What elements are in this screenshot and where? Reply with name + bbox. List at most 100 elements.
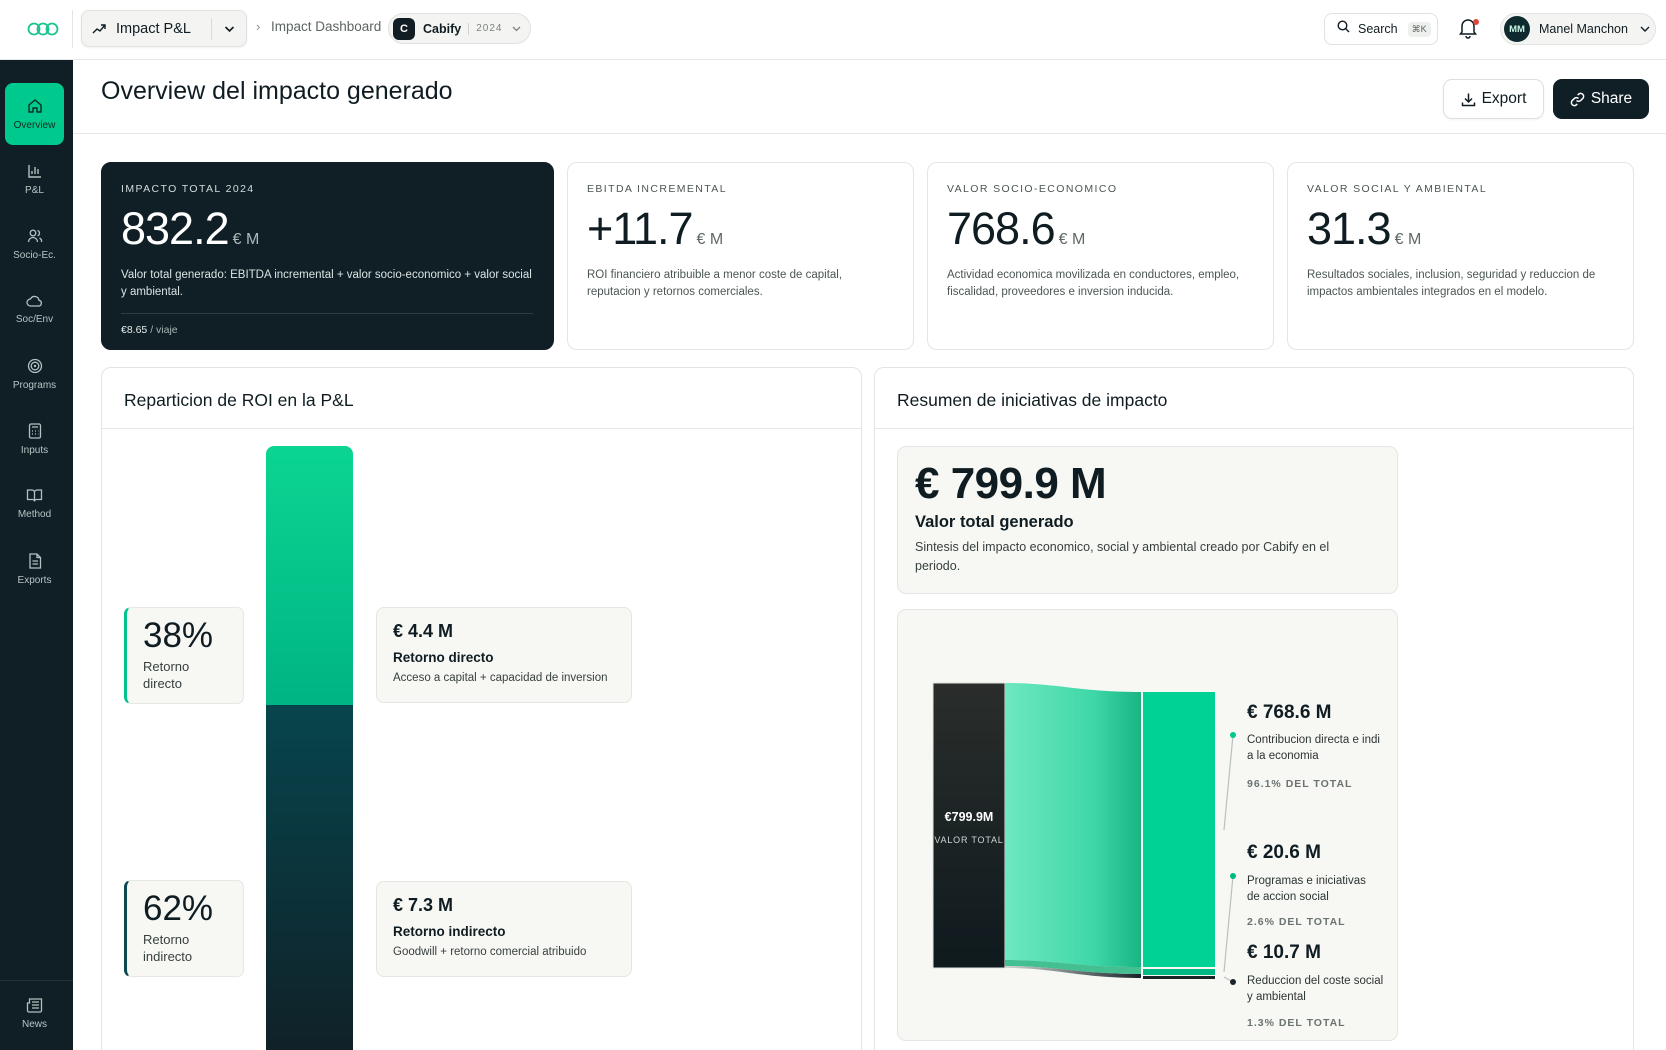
company-name: Cabify bbox=[423, 21, 462, 36]
search-shortcut: ⌘K bbox=[1407, 21, 1431, 37]
home-icon bbox=[27, 98, 42, 113]
panel-title: Reparticion de ROI en la P&L bbox=[124, 390, 354, 410]
divider bbox=[73, 133, 1666, 134]
sidebar-item-socio-ec[interactable]: Socio-Ec. bbox=[5, 213, 64, 275]
search-label: Search bbox=[1358, 22, 1398, 36]
sidebar-item-label: Exports bbox=[17, 574, 52, 586]
sidebar-item-label: News bbox=[21, 1019, 47, 1030]
notifications-bell-icon[interactable] bbox=[1458, 17, 1480, 41]
kpi-value: 832.2 bbox=[121, 203, 230, 254]
page-title: Overview del impacto generado bbox=[101, 77, 453, 105]
flow-label-cost-reduction-line2: y ambiental bbox=[1247, 991, 1306, 1003]
breadcrumb-separator: › bbox=[256, 19, 261, 34]
sidebar-item-overview[interactable]: Overview bbox=[5, 83, 64, 145]
indirect-share-label: Retorno indirecto bbox=[143, 932, 193, 964]
sankey-flow-economy bbox=[1005, 683, 1141, 967]
sidebar-item-programs[interactable]: Programs bbox=[5, 343, 64, 405]
kpi-description: ROI financiero atribuible a menor coste … bbox=[587, 269, 843, 298]
sidebar-item-pnl[interactable]: P&L bbox=[5, 148, 64, 210]
bar-chart-icon bbox=[27, 164, 41, 178]
share-label: Share bbox=[1590, 90, 1633, 107]
sidebar-item-news[interactable]: News bbox=[5, 983, 64, 1045]
notification-dot bbox=[1473, 19, 1479, 25]
breadcrumb[interactable]: Impact Dashboard bbox=[271, 19, 381, 34]
kpi-card-total-impact: IMPACTO TOTAL 2024 832.2 € M Valor total… bbox=[101, 162, 554, 350]
product-switcher-label: Impact P&L bbox=[116, 20, 191, 37]
sidebar-item-label: Programs bbox=[12, 379, 57, 391]
company-year: 2024 bbox=[476, 23, 503, 34]
link-icon bbox=[1570, 92, 1585, 106]
sidebar: Overview P&L Socio-Ec. Soc/Env Programs … bbox=[0, 60, 73, 1050]
direct-return-description: Acceso a capital + capacidad de inversio… bbox=[393, 672, 608, 684]
kpi-footnote: €8.65 / viaje bbox=[121, 324, 533, 336]
sidebar-item-inputs[interactable]: Inputs bbox=[5, 408, 64, 470]
logo-icon[interactable] bbox=[26, 18, 60, 40]
flow-label-economy-line2: a la economia bbox=[1247, 750, 1319, 762]
flow-share-cost-reduction: 1.3% DEL TOTAL bbox=[1247, 1017, 1346, 1029]
top-bar: Impact P&L › Impact Dashboard C Cabify 2… bbox=[0, 0, 1666, 60]
trending-up-icon bbox=[82, 23, 116, 35]
export-button[interactable]: Export bbox=[1443, 79, 1544, 119]
indirect-return-name: Retorno indirecto bbox=[393, 924, 506, 939]
sidebar-item-label: Overview bbox=[13, 119, 56, 131]
divider bbox=[468, 22, 470, 35]
kpi-unit: € M bbox=[1058, 231, 1086, 248]
divider bbox=[102, 428, 861, 429]
sidebar-item-soc-env[interactable]: Soc/Env bbox=[5, 278, 64, 340]
kpi-unit: € M bbox=[1394, 231, 1422, 248]
user-menu[interactable]: MM Manel Manchon bbox=[1500, 13, 1656, 45]
kpi-description: Resultados sociales, inclusion, segurida… bbox=[1307, 269, 1596, 298]
divider bbox=[875, 428, 1633, 429]
flow-label-social-programs-line2: de accion social bbox=[1247, 891, 1329, 903]
book-icon bbox=[26, 489, 43, 502]
per-trip-unit: / viaje bbox=[150, 324, 178, 336]
sankey-target-social-programs bbox=[1143, 969, 1215, 975]
users-icon bbox=[27, 229, 42, 242]
per-trip-value: €8.65 bbox=[121, 324, 148, 336]
leader-dot-economy bbox=[1230, 732, 1236, 738]
sankey-source-value: €799.9M bbox=[945, 810, 994, 824]
sankey-target-economy bbox=[1143, 692, 1215, 967]
flow-label-economy-line1: Contribucion directa e indi bbox=[1247, 734, 1380, 746]
chevron-down-icon[interactable] bbox=[212, 25, 246, 33]
kpi-value: 31.3 bbox=[1307, 203, 1392, 254]
avatar: MM bbox=[1504, 16, 1530, 42]
company-logo: C bbox=[393, 17, 415, 40]
roi-bar-direct-segment bbox=[266, 446, 353, 705]
flow-share-social-programs: 2.6% DEL TOTAL bbox=[1247, 916, 1346, 928]
divider bbox=[72, 10, 73, 48]
leader-line-social-programs bbox=[1223, 875, 1234, 973]
kpi-label: VALOR SOCIO-ECONOMICO bbox=[947, 183, 1118, 195]
search-icon bbox=[1337, 20, 1350, 38]
company-switcher[interactable]: C Cabify 2024 bbox=[388, 13, 531, 44]
direct-share-label: Retorno directo bbox=[143, 659, 190, 691]
file-icon bbox=[28, 552, 41, 569]
total-value: € 799.9 M bbox=[915, 459, 1107, 508]
leader-dot-cost-reduction bbox=[1230, 979, 1236, 985]
sankey-target-cost-reduction bbox=[1143, 976, 1215, 979]
search-button[interactable]: Search ⌘K bbox=[1324, 13, 1438, 45]
leader-line-economy bbox=[1223, 734, 1234, 831]
sidebar-item-method[interactable]: Method bbox=[5, 473, 64, 535]
chevron-down-icon bbox=[512, 26, 521, 32]
kpi-unit: € M bbox=[696, 231, 724, 248]
user-name: Manel Manchon bbox=[1539, 22, 1628, 36]
direct-return-value: € 4.4 M bbox=[393, 621, 454, 641]
sidebar-item-label: P&L bbox=[25, 184, 44, 196]
direct-share-card: 38% Retorno directo bbox=[124, 607, 244, 704]
indirect-return-value: € 7.3 M bbox=[393, 895, 454, 915]
indirect-share-card: 62% Retorno indirecto bbox=[124, 880, 244, 977]
share-button[interactable]: Share bbox=[1553, 79, 1649, 119]
indirect-share-value: 62% bbox=[143, 889, 214, 928]
calculator-icon bbox=[28, 422, 41, 439]
kpi-value: +11.7 bbox=[587, 203, 694, 254]
sidebar-item-exports[interactable]: Exports bbox=[5, 538, 64, 600]
kpi-label: IMPACTO TOTAL 2024 bbox=[121, 183, 255, 195]
total-value-card: € 799.9 M Valor total generado Sintesis … bbox=[897, 446, 1398, 594]
indirect-return-card: € 7.3 M Retorno indirecto Goodwill + ret… bbox=[376, 881, 632, 977]
product-switcher[interactable]: Impact P&L bbox=[81, 10, 247, 47]
kpi-value: 768.6 bbox=[947, 203, 1056, 254]
direct-return-name: Retorno directo bbox=[393, 650, 494, 665]
flow-share-economy: 96.1% DEL TOTAL bbox=[1247, 778, 1352, 790]
sankey-source-node bbox=[932, 682, 1006, 969]
